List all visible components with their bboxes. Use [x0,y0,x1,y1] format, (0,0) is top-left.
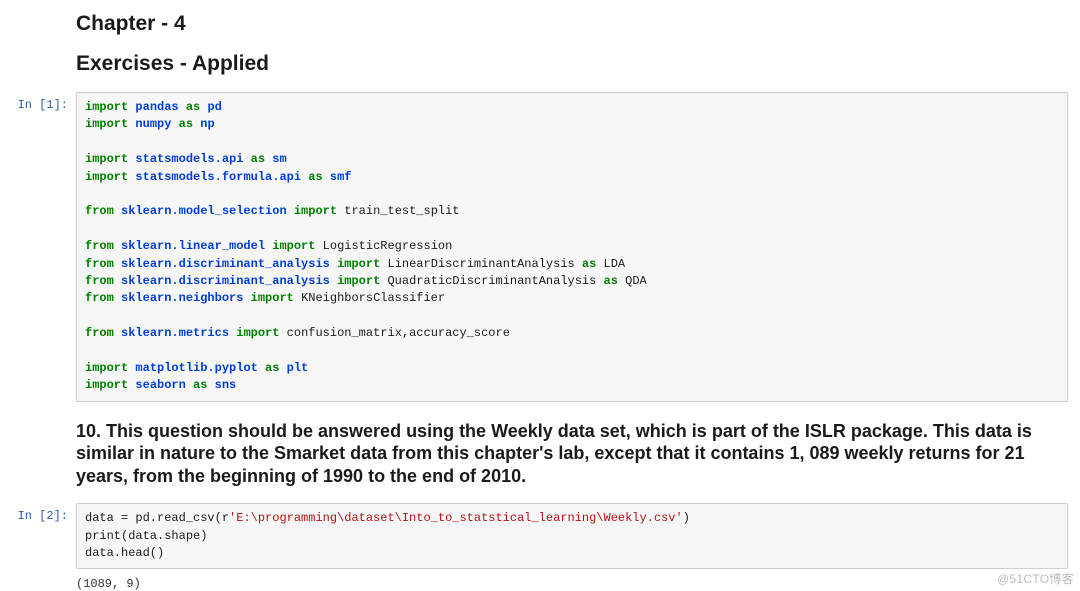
alias: LDA [604,257,626,271]
kw-import: import [337,274,380,288]
kw-as: as [193,378,207,392]
kw-import: import [236,326,279,340]
kw-import: import [272,239,315,253]
alias: QDA [625,274,647,288]
module-name: sklearn.model_selection [121,204,287,218]
question-10-cell: 10. This question should be answered usi… [0,420,1080,488]
exercises-heading: Exercises - Applied [76,52,1068,76]
module-name: pandas [135,100,178,114]
alias: smf [330,170,352,184]
identifier: KNeighborsClassifier [301,291,445,305]
kw-import: import [294,204,337,218]
module-name: sklearn.discriminant_analysis [121,257,330,271]
input-prompt-1: In [1]: [0,92,76,112]
kw-as: as [308,170,322,184]
output-1: (1089, 9) [76,577,1080,591]
chapter-heading: Chapter - 4 [76,12,1068,36]
module-name: sklearn.neighbors [121,291,243,305]
kw-import: import [85,117,128,131]
module-name: statsmodels.formula.api [135,170,301,184]
kw-import: import [85,378,128,392]
kw-as: as [604,274,618,288]
code-cell-1: In [1]: import pandas as pd import numpy… [0,92,1080,402]
alias: sns [215,378,237,392]
kw-import: import [337,257,380,271]
code-cell-2: In [2]: data = pd.read_csv(r'E:\programm… [0,503,1080,569]
kw-as: as [582,257,596,271]
kw-from: from [85,239,114,253]
identifier: confusion_matrix,accuracy_score [287,326,510,340]
kw-as: as [179,117,193,131]
kw-import: import [251,291,294,305]
string-literal: 'E:\programming\dataset\Into_to_statstic… [229,511,683,525]
module-name: sklearn.discriminant_analysis [121,274,330,288]
identifier: QuadraticDiscriminantAnalysis [387,274,596,288]
kw-import: import [85,361,128,375]
code-text: data.head() [85,546,164,560]
code-text: data = pd.read_csv(r [85,511,229,525]
identifier: LogisticRegression [323,239,453,253]
module-name: statsmodels.api [135,152,243,166]
kw-as: as [265,361,279,375]
alias: plt [287,361,309,375]
kw-as: as [186,100,200,114]
alias: sm [272,152,286,166]
identifier: LinearDiscriminantAnalysis [387,257,574,271]
watermark-text: @51CTO博客 [997,570,1074,587]
alias: np [200,117,214,131]
heading-cell-chapter: Chapter - 4 [0,12,1080,36]
code-input-2[interactable]: data = pd.read_csv(r'E:\programming\data… [76,503,1068,569]
code-input-1[interactable]: import pandas as pd import numpy as np i… [76,92,1068,402]
module-name: sklearn.linear_model [121,239,265,253]
module-name: seaborn [135,378,185,392]
question-10-heading: 10. This question should be answered usi… [76,420,1068,488]
kw-import: import [85,100,128,114]
module-name: matplotlib.pyplot [135,361,257,375]
code-text: ) [683,511,690,525]
kw-from: from [85,326,114,340]
code-text: print(data.shape) [85,529,207,543]
module-name: sklearn.metrics [121,326,229,340]
heading-cell-exercises: Exercises - Applied [0,52,1080,76]
kw-as: as [251,152,265,166]
notebook-container: Chapter - 4 Exercises - Applied In [1]: … [0,12,1080,591]
identifier: train_test_split [344,204,459,218]
kw-import: import [85,170,128,184]
kw-from: from [85,204,114,218]
module-name: numpy [135,117,171,131]
kw-from: from [85,274,114,288]
kw-from: from [85,257,114,271]
kw-import: import [85,152,128,166]
alias: pd [207,100,221,114]
input-prompt-2: In [2]: [0,503,76,523]
kw-from: from [85,291,114,305]
